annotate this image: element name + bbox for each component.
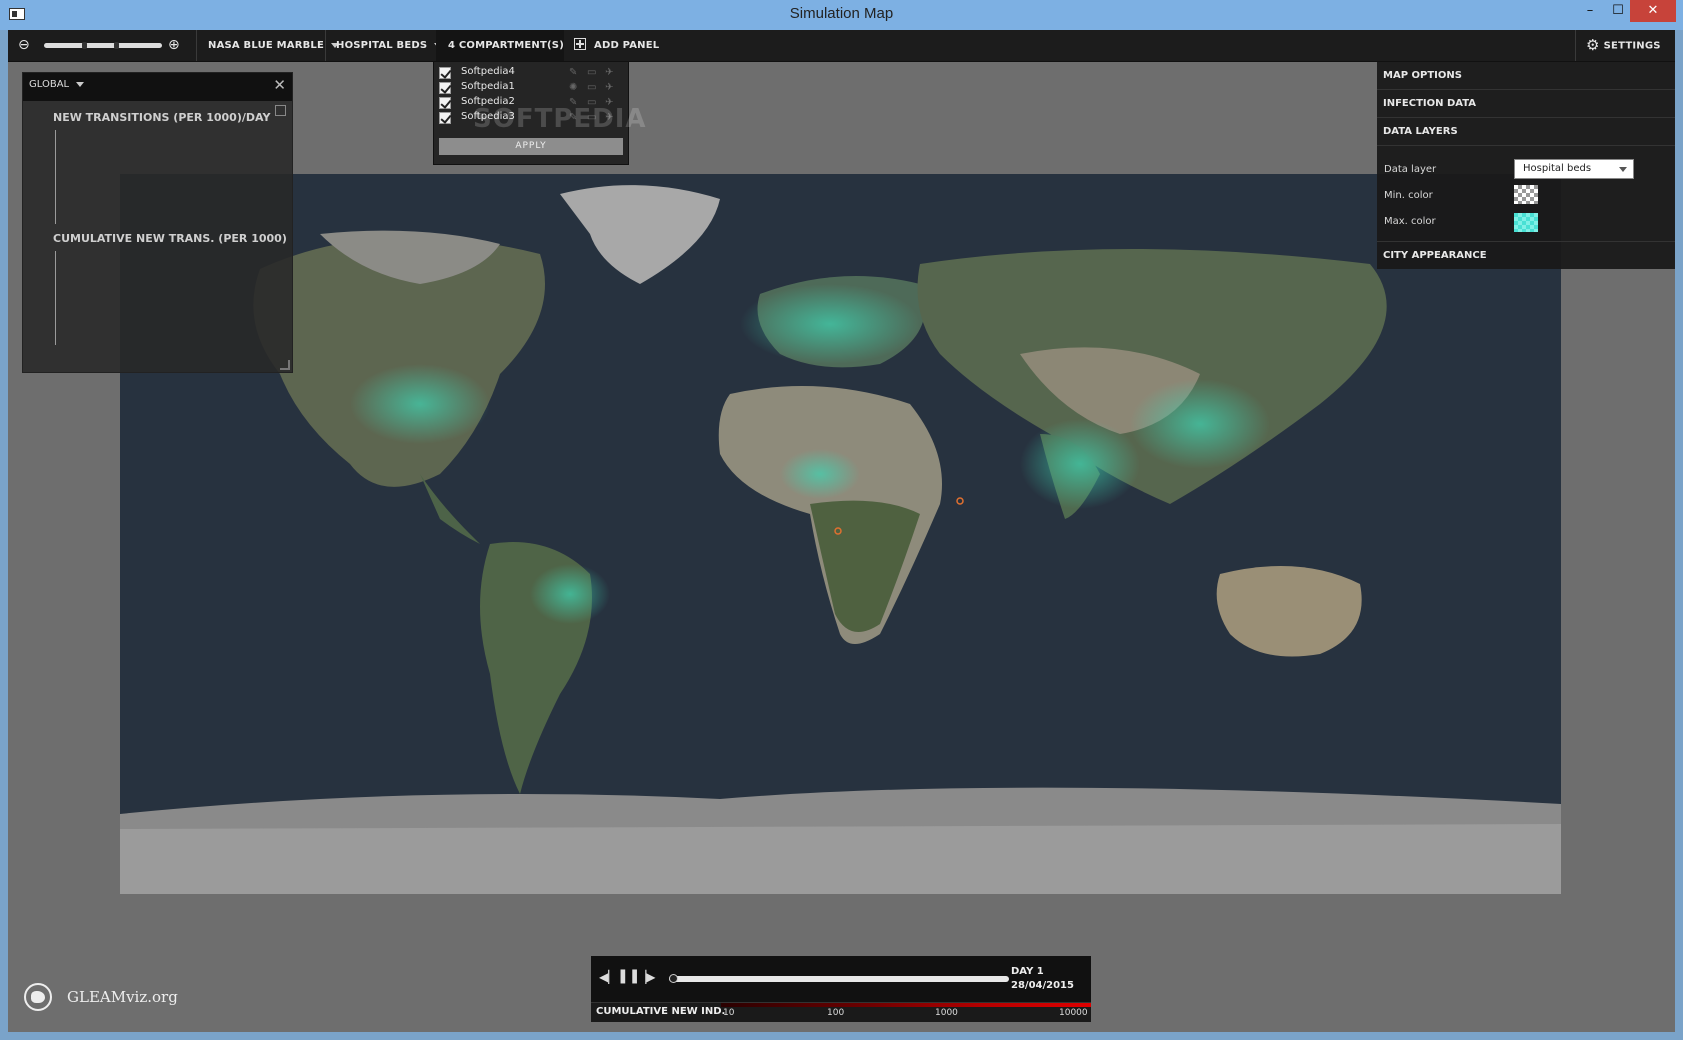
close-icon[interactable]: ✕ bbox=[273, 76, 286, 94]
basemap-label: NASA BLUE MARBLE bbox=[208, 40, 325, 51]
close-window-button[interactable]: ✕ bbox=[1630, 0, 1676, 22]
world-map-graphic bbox=[120, 174, 1561, 894]
data-layer-select[interactable]: Hospital beds bbox=[1514, 159, 1634, 179]
compartment-item[interactable]: Softpedia1 ✺ ▭ ✈ bbox=[439, 81, 625, 97]
legend-tick: 10000 bbox=[1059, 1008, 1088, 1018]
legend-tick: 10 bbox=[723, 1008, 735, 1018]
step-forward-icon[interactable]: ▕▶ bbox=[637, 970, 655, 984]
chevron-down-icon bbox=[1619, 167, 1627, 172]
legend-title: CUMULATIVE NEW IND. bbox=[596, 1006, 726, 1017]
playback-controls: ◀▏ ❚❚ ▕▶ DAY 1 28/04/2015 bbox=[591, 956, 1091, 1002]
map-options-section[interactable]: MAP OPTIONS bbox=[1377, 62, 1675, 90]
toolbar: ⊖ ⊕ NASA BLUE MARBLE HOSPITAL BEDS 4 COM… bbox=[8, 30, 1675, 62]
toolbar-divider bbox=[196, 30, 197, 61]
chart-axis bbox=[55, 130, 56, 224]
data-layer-field-label: Data layer bbox=[1384, 164, 1437, 175]
gear-icon: ⚙ bbox=[1586, 36, 1600, 54]
window-title: Simulation Map bbox=[789, 5, 894, 22]
data-layer-dropdown[interactable]: HOSPITAL BEDS bbox=[336, 30, 443, 61]
chart-title-cumulative: CUMULATIVE NEW TRANS. (PER 1000) bbox=[53, 232, 287, 245]
zoom-slider-thumb[interactable] bbox=[82, 42, 87, 49]
min-color-picker[interactable] bbox=[1514, 185, 1538, 204]
save-icon[interactable] bbox=[275, 105, 286, 116]
car-icon[interactable]: ▭ bbox=[587, 82, 596, 93]
syringe-icon[interactable]: ✎ bbox=[569, 67, 577, 78]
zoom-slider[interactable] bbox=[44, 42, 162, 49]
add-icon bbox=[574, 38, 586, 50]
zoom-out-icon[interactable]: ⊖ bbox=[18, 30, 30, 61]
airplane-icon[interactable]: ✈ bbox=[605, 82, 613, 93]
airplane-icon[interactable]: ✈ bbox=[605, 67, 613, 78]
basemap-dropdown[interactable]: NASA BLUE MARBLE bbox=[208, 30, 340, 61]
application-window: Simulation Map – ☐ ✕ ⊖ ⊕ NASA BLUE MARBL… bbox=[0, 0, 1683, 1040]
compartment-checkbox[interactable] bbox=[439, 97, 451, 109]
playback-panel: ◀▏ ❚❚ ▕▶ DAY 1 28/04/2015 CUMULATIVE NEW… bbox=[591, 956, 1091, 1022]
compartment-name: Softpedia1 bbox=[461, 81, 515, 92]
step-back-icon[interactable]: ◀▏ bbox=[599, 970, 617, 984]
toolbar-divider bbox=[325, 30, 326, 61]
toolbar-divider bbox=[1575, 30, 1576, 61]
chart-axis bbox=[55, 251, 56, 345]
chart-title-new-transitions: NEW TRANSITIONS (PER 1000)/DAY bbox=[53, 111, 271, 124]
add-panel-label: ADD PANEL bbox=[594, 40, 660, 51]
compartment-checkbox[interactable] bbox=[439, 82, 451, 94]
legend-tick: 100 bbox=[827, 1008, 845, 1018]
data-layers-section[interactable]: DATA LAYERS bbox=[1377, 118, 1675, 146]
global-chart-panel: GLOBAL ✕ NEW TRANSITIONS (PER 1000)/DAY … bbox=[22, 72, 293, 373]
legend-gradient bbox=[721, 1003, 1091, 1007]
city-appearance-section[interactable]: CITY APPEARANCE bbox=[1377, 241, 1675, 269]
gleamviz-logo-text[interactable]: GLEAMviz.org bbox=[67, 988, 178, 1006]
color-legend: CUMULATIVE NEW IND. 10 100 1000 10000 bbox=[591, 1002, 1091, 1022]
chevron-down-icon bbox=[76, 81, 85, 87]
resize-handle[interactable] bbox=[280, 360, 290, 370]
settings-label: SETTINGS bbox=[1603, 40, 1661, 52]
client-area: ⊖ ⊕ NASA BLUE MARBLE HOSPITAL BEDS 4 COM… bbox=[8, 30, 1675, 1032]
world-map[interactable] bbox=[120, 174, 1561, 894]
max-color-label: Max. color bbox=[1384, 216, 1436, 227]
zoom-in-icon[interactable]: ⊕ bbox=[168, 30, 180, 61]
panel-header: GLOBAL ✕ bbox=[23, 73, 292, 101]
compartment-name: Softpedia4 bbox=[461, 66, 515, 77]
watermark: SOFTPEDIA bbox=[473, 104, 647, 134]
timeline-slider[interactable] bbox=[669, 974, 1009, 983]
compartments-button[interactable]: 4 COMPARTMENT(S) bbox=[436, 30, 564, 61]
legend-tick: 1000 bbox=[935, 1008, 958, 1018]
timeline-thumb[interactable] bbox=[669, 974, 678, 983]
zoom-slider-marker bbox=[114, 42, 119, 49]
compartment-checkbox[interactable] bbox=[439, 67, 451, 79]
title-bar[interactable]: Simulation Map – ☐ ✕ bbox=[0, 0, 1683, 30]
compartment-item[interactable]: Softpedia4 ✎ ▭ ✈ bbox=[439, 66, 625, 82]
settings-button[interactable]: ⚙ SETTINGS bbox=[1586, 30, 1661, 61]
min-color-label: Min. color bbox=[1384, 190, 1433, 201]
date-label: 28/04/2015 bbox=[1011, 980, 1074, 991]
infection-data-section[interactable]: INFECTION DATA bbox=[1377, 90, 1675, 118]
scope-dropdown[interactable]: GLOBAL bbox=[29, 79, 85, 90]
day-label: DAY 1 bbox=[1011, 966, 1044, 977]
settings-panel: MAP OPTIONS INFECTION DATA DATA LAYERS D… bbox=[1377, 62, 1675, 269]
data-layer-select-value: Hospital beds bbox=[1523, 163, 1592, 174]
scope-label: GLOBAL bbox=[29, 79, 70, 90]
data-layer-label: HOSPITAL BEDS bbox=[336, 40, 428, 51]
car-icon[interactable]: ▭ bbox=[587, 67, 596, 78]
max-color-picker[interactable] bbox=[1514, 213, 1538, 232]
compartment-checkbox[interactable] bbox=[439, 112, 451, 124]
gleamviz-logo-icon bbox=[24, 983, 52, 1011]
apply-button[interactable]: APPLY bbox=[439, 138, 623, 155]
virus-icon[interactable]: ✺ bbox=[569, 82, 577, 93]
add-panel-button[interactable]: ADD PANEL bbox=[574, 30, 659, 61]
